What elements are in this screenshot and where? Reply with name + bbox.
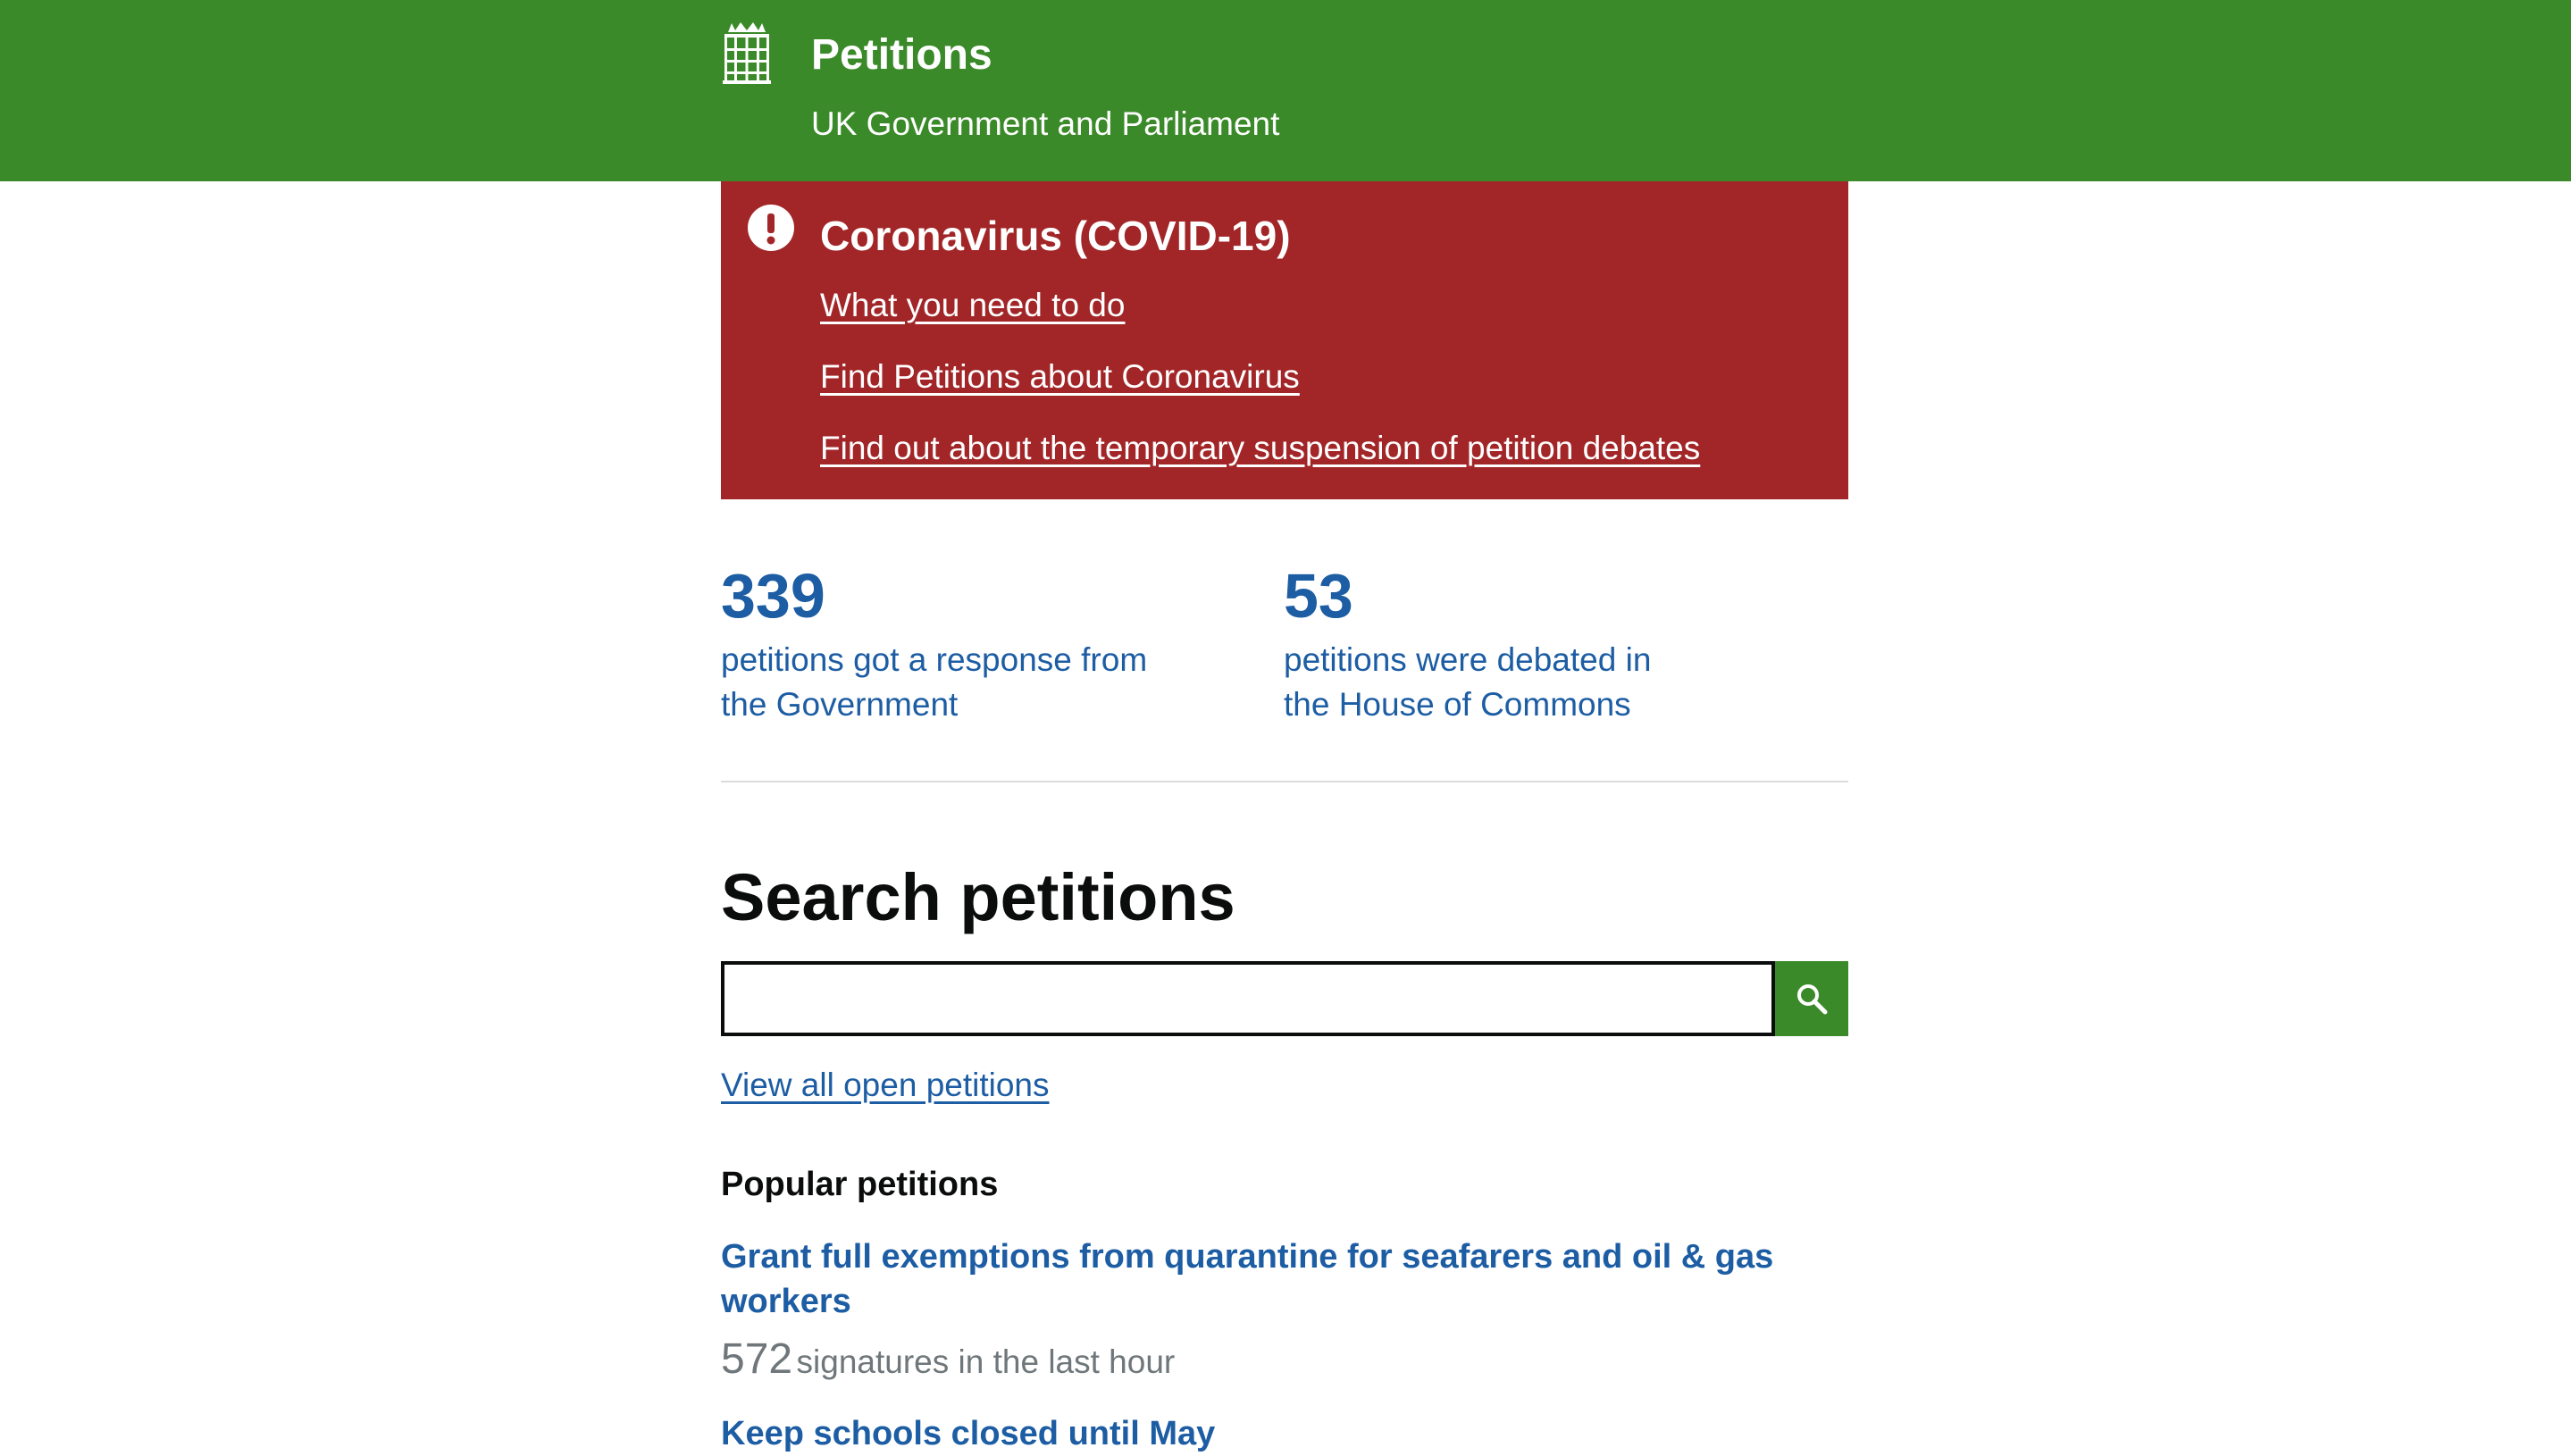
site-title-link[interactable]: Petitions — [811, 27, 992, 84]
petition-debates-suspension-link[interactable]: Find out about the temporary suspension … — [820, 426, 1700, 471]
view-all-open-petitions-link[interactable]: View all open petitions — [721, 1063, 1050, 1108]
site-header: Petitions UK Government and Parliament — [0, 0, 2571, 181]
signature-count-label: signatures in the last hour — [796, 1343, 1176, 1380]
signature-count: 572 signatures in the last hour — [721, 1335, 1175, 1394]
debated-stat[interactable]: 53 petitions were debated in the House o… — [1284, 554, 1784, 727]
coronavirus-alert: Coronavirus (COVID-19) What you need to … — [721, 181, 1848, 499]
stat-text-line: the House of Commons — [1284, 686, 1631, 723]
find-coronavirus-petitions-link[interactable]: Find Petitions about Coronavirus — [820, 355, 1300, 399]
alert-title: Coronavirus (COVID-19) — [820, 213, 1291, 259]
signature-count-number: 572 — [721, 1335, 793, 1383]
stat-number: 339 — [721, 561, 825, 631]
stat-text-line: petitions were debated in — [1284, 641, 1652, 678]
search-input[interactable] — [721, 961, 1775, 1036]
government-response-stat[interactable]: 339 petitions got a response from the Go… — [721, 554, 1221, 727]
site-subtitle: UK Government and Parliament — [811, 105, 1280, 142]
what-you-need-to-do-link[interactable]: What you need to do — [820, 283, 1125, 328]
search-heading: Search petitions — [721, 860, 1235, 934]
search-button[interactable] — [1775, 961, 1848, 1036]
portcullis-crest-icon[interactable] — [721, 21, 773, 86]
stat-text-line: petitions got a response from — [721, 641, 1148, 678]
stat-text-line: the Government — [721, 686, 959, 723]
stat-number: 53 — [1284, 561, 1353, 631]
popular-petition-link[interactable]: Keep schools closed until May — [721, 1411, 1848, 1456]
popular-petitions-heading: Popular petitions — [721, 1166, 999, 1203]
exclamation-icon — [748, 205, 794, 251]
section-divider — [721, 781, 1848, 782]
search-icon — [1797, 984, 1828, 1015]
popular-petition-link[interactable]: Grant full exemptions from quarantine fo… — [721, 1234, 1848, 1324]
